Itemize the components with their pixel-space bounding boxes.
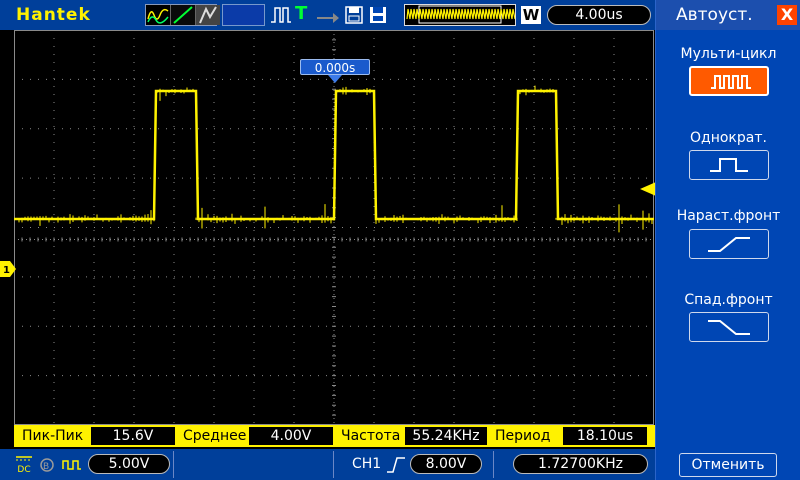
brand-logo: Hantek: [16, 5, 91, 25]
trigger-level-readout[interactable]: 8.00V: [410, 454, 482, 474]
coupling-label: DC: [17, 465, 31, 475]
status-divider: [333, 451, 334, 478]
falling-edge-button[interactable]: [689, 312, 769, 342]
measurement-bar: Пик-Пик 15.6V Среднее 4.00V Частота 55.2…: [14, 425, 655, 447]
autoset-panel: Автоуст. X Мульти-цикл Однократ. Нараст.…: [655, 0, 800, 480]
pulse-trigger-icon[interactable]: [270, 4, 292, 26]
single-pulse-label: Однократ.: [690, 130, 767, 146]
vector-mode-icon[interactable]: [146, 5, 170, 25]
multi-cycle-button[interactable]: [689, 66, 769, 96]
rising-edge-label: Нараст.фронт: [676, 208, 781, 224]
ch1-volts-div[interactable]: 5.00V: [88, 454, 170, 474]
memory-depth-bar[interactable]: [404, 4, 516, 26]
ch1-ground-marker-icon[interactable]: 1: [0, 261, 16, 277]
persist-mode-icon[interactable]: [195, 5, 220, 25]
save-icon[interactable]: [345, 4, 363, 26]
falling-edge-icon: [708, 320, 750, 335]
window-zoom-button[interactable]: W: [521, 6, 541, 24]
graticule-grid: [14, 30, 654, 425]
dots-mode-icon[interactable]: [170, 5, 195, 25]
cancel-button[interactable]: Отменить: [679, 453, 777, 477]
display-mode-selector[interactable]: [145, 4, 220, 26]
status-divider: [173, 451, 174, 478]
svg-text:1: 1: [3, 265, 10, 276]
single-pulse-button[interactable]: [689, 150, 769, 180]
memory-wave: [406, 8, 516, 20]
frequency-counter-readout[interactable]: 1.72700KHz: [513, 454, 648, 474]
dc-coupling-icon[interactable]: DC: [14, 454, 34, 476]
timebase-readout[interactable]: 4.00us: [547, 5, 651, 25]
trigger-source-label[interactable]: CH1: [352, 456, 381, 472]
meas-label-period: Период: [495, 428, 551, 444]
meas-value-period: 18.10us: [563, 427, 647, 445]
trigger-position-arrow-icon[interactable]: [328, 75, 342, 83]
top-status-bar: Hantek T W 4.00us: [0, 0, 655, 30]
invert-icon[interactable]: [62, 457, 82, 473]
close-button[interactable]: X: [777, 5, 797, 25]
status-divider: [493, 451, 494, 478]
meas-label-mean: Среднее: [183, 428, 247, 444]
usb-storage-icon[interactable]: [369, 4, 387, 26]
meas-label-pkpk: Пик-Пик: [22, 428, 84, 444]
channel-indicator[interactable]: [222, 4, 265, 26]
trigger-arrow-icon: [316, 9, 340, 23]
multi-cycle-icon: [711, 75, 751, 89]
single-pulse-icon: [710, 158, 748, 172]
meas-value-pkpk: 15.6V: [91, 427, 175, 445]
falling-edge-label: Спад.фронт: [684, 292, 773, 308]
meas-value-mean: 4.00V: [249, 427, 333, 445]
rising-edge-trigger-icon[interactable]: [385, 455, 407, 475]
trigger-level-marker-icon[interactable]: [640, 182, 656, 196]
bandwidth-limit-icon[interactable]: B: [38, 457, 56, 473]
trigger-type-indicator[interactable]: T: [295, 3, 307, 25]
trigger-position-readout[interactable]: 0.000s: [300, 59, 370, 75]
waveform-display[interactable]: 0.000s 1: [0, 30, 656, 425]
multi-cycle-label: Мульти-цикл: [680, 46, 777, 62]
meas-value-freq: 55.24KHz: [405, 427, 487, 445]
bottom-status-bar: DC B 5.00V CH1 8.00V 1.72700KHz: [0, 449, 655, 480]
meas-label-freq: Частота: [341, 428, 401, 444]
rising-edge-icon: [708, 237, 750, 252]
svg-text:B: B: [43, 462, 49, 472]
rising-edge-button[interactable]: [689, 229, 769, 259]
